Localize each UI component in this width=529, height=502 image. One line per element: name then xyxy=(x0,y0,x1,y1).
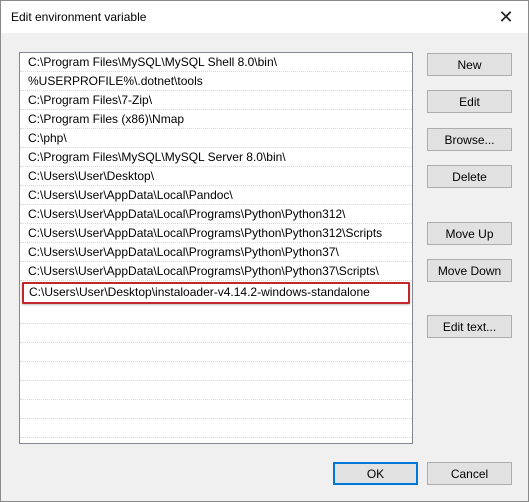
list-item-text: %USERPROFILE%\.dotnet\tools xyxy=(28,74,203,88)
list-item-text: C:\Users\User\Desktop\instaloader-v4.14.… xyxy=(29,285,370,299)
list-item-text: C:\Program Files\MySQL\MySQL Server 8.0\… xyxy=(28,150,286,164)
list-item[interactable]: C:\Users\User\AppData\Local\Programs\Pyt… xyxy=(20,243,412,262)
list-item-text: C:\php\ xyxy=(28,131,67,145)
list-item[interactable]: C:\Program Files\7-Zip\ xyxy=(20,91,412,110)
empty-row xyxy=(20,324,412,343)
empty-row xyxy=(20,305,412,324)
list-item-selected[interactable]: C:\Users\User\Desktop\instaloader-v4.14.… xyxy=(22,282,410,304)
list-item-text: C:\Program Files\7-Zip\ xyxy=(28,93,153,107)
path-list[interactable]: C:\Program Files\MySQL\MySQL Shell 8.0\b… xyxy=(19,52,413,444)
list-item-text: C:\Program Files (x86)\Nmap xyxy=(28,112,185,126)
move-up-button[interactable]: Move Up xyxy=(427,222,512,245)
list-item[interactable]: C:\Users\User\AppData\Local\Programs\Pyt… xyxy=(20,262,412,281)
ok-button[interactable]: OK xyxy=(333,462,418,485)
list-item[interactable]: C:\Users\User\AppData\Local\Pandoc\ xyxy=(20,186,412,205)
list-item-text: C:\Users\User\AppData\Local\Pandoc\ xyxy=(28,188,233,202)
empty-row xyxy=(20,343,412,362)
title-bar: Edit environment variable ✕ xyxy=(1,1,528,33)
list-item[interactable]: C:\Users\User\AppData\Local\Programs\Pyt… xyxy=(20,205,412,224)
empty-row xyxy=(20,400,412,419)
list-item-text: C:\Users\User\AppData\Local\Programs\Pyt… xyxy=(28,226,383,240)
dialog-title: Edit environment variable xyxy=(11,10,147,24)
list-item-text: C:\Users\User\AppData\Local\Programs\Pyt… xyxy=(28,207,346,221)
cancel-button[interactable]: Cancel xyxy=(427,462,512,485)
list-item-text: C:\Users\User\AppData\Local\Programs\Pyt… xyxy=(28,245,339,259)
empty-row xyxy=(20,381,412,400)
move-down-button[interactable]: Move Down xyxy=(427,259,512,282)
list-item[interactable]: C:\Program Files\MySQL\MySQL Server 8.0\… xyxy=(20,148,412,167)
list-item[interactable]: C:\Users\User\Desktop\ xyxy=(20,167,412,186)
list-item[interactable]: C:\Users\User\AppData\Local\Programs\Pyt… xyxy=(20,224,412,243)
browse-button[interactable]: Browse... xyxy=(427,128,512,151)
list-item-text: C:\Program Files\MySQL\MySQL Shell 8.0\b… xyxy=(28,55,277,69)
edit-button[interactable]: Edit xyxy=(427,90,512,113)
new-button[interactable]: New xyxy=(427,53,512,76)
edit-text-button[interactable]: Edit text... xyxy=(427,315,512,338)
close-icon[interactable]: ✕ xyxy=(484,1,528,33)
edit-env-variable-dialog: Edit environment variable ✕ C:\Program F… xyxy=(0,0,529,502)
list-item-text: C:\Users\User\AppData\Local\Programs\Pyt… xyxy=(28,264,379,278)
list-item-text: C:\Users\User\Desktop\ xyxy=(28,169,155,183)
list-item[interactable]: C:\Program Files (x86)\Nmap xyxy=(20,110,412,129)
empty-row xyxy=(20,362,412,381)
list-item[interactable]: %USERPROFILE%\.dotnet\tools xyxy=(20,72,412,91)
list-item[interactable]: C:\Program Files\MySQL\MySQL Shell 8.0\b… xyxy=(20,53,412,72)
list-item[interactable]: C:\php\ xyxy=(20,129,412,148)
empty-row xyxy=(20,419,412,438)
delete-button[interactable]: Delete xyxy=(427,165,512,188)
